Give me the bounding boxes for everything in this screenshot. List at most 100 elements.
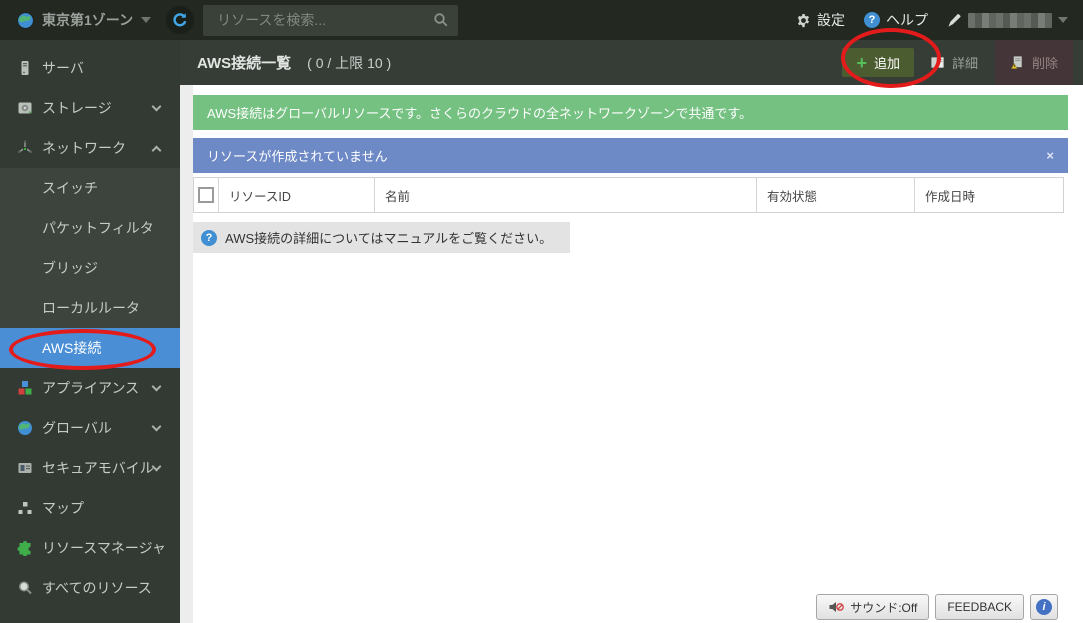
resource-count: ( 0 / 上限 10 ) bbox=[307, 53, 391, 73]
account-menu[interactable] bbox=[947, 13, 1068, 28]
feedback-button[interactable]: FEEDBACK bbox=[935, 594, 1024, 620]
sidebar-item-appliance[interactable]: アプライアンス bbox=[0, 368, 180, 408]
sidebar-item-network[interactable]: ネットワーク bbox=[0, 128, 180, 168]
chevron-down-icon bbox=[152, 382, 162, 392]
sidebar-item-label: マップ bbox=[42, 498, 84, 518]
sidebar-item-local-router[interactable]: ローカルルータ bbox=[0, 288, 180, 328]
sidebar-item-global[interactable]: グローバル bbox=[0, 408, 180, 448]
sound-toggle-button[interactable]: サウンド:Off bbox=[816, 594, 929, 620]
empty-resources-banner: リソースが作成されていません × bbox=[193, 138, 1068, 173]
sidebar-item-label: ブリッジ bbox=[42, 258, 98, 278]
search-input[interactable] bbox=[203, 12, 458, 28]
close-icon[interactable]: × bbox=[1046, 148, 1054, 163]
table-header-checkbox-cell bbox=[194, 178, 219, 212]
sidebar-item-resource-manager[interactable]: リソースマネージャ bbox=[0, 528, 180, 568]
help-circle-icon: ? bbox=[864, 12, 880, 28]
sidebar-item-packet-filter[interactable]: パケットフィルタ bbox=[0, 208, 180, 248]
chevron-down-icon bbox=[1058, 17, 1068, 23]
info-circle-icon: i bbox=[1036, 599, 1052, 615]
refresh-button[interactable] bbox=[166, 6, 194, 34]
manual-notice-text: AWS接続の詳細についてはマニュアルをご覧ください。 bbox=[225, 228, 552, 247]
column-header-status: 有効状態 bbox=[757, 178, 915, 212]
topbar: 東京第1ゾーン 設定 ? ヘルプ bbox=[0, 0, 1083, 40]
chevron-down-icon bbox=[152, 422, 162, 432]
chevron-down-icon bbox=[141, 17, 151, 23]
pen-icon bbox=[947, 13, 962, 28]
sidebar-item-aws-connection[interactable]: AWS接続 bbox=[0, 328, 180, 368]
magnifier-icon bbox=[17, 580, 33, 596]
account-name-redacted bbox=[968, 13, 1052, 28]
detail-button[interactable]: 詳細 bbox=[917, 40, 991, 85]
sidebar-item-label: AWS接続 bbox=[42, 338, 101, 358]
sidebar-item-map[interactable]: マップ bbox=[0, 488, 180, 528]
sidebar-item-server[interactable]: サーバ bbox=[0, 48, 180, 88]
muted-speaker-icon bbox=[828, 600, 844, 614]
sidebar-item-label: すべてのリソース bbox=[42, 578, 152, 598]
gear-icon bbox=[796, 13, 811, 28]
settings-label: 設定 bbox=[817, 10, 845, 30]
server-icon bbox=[17, 60, 33, 76]
content-area: AWS接続はグローバルリソースです。さくらのクラウドの全ネットワークゾーンで共通… bbox=[180, 85, 1083, 623]
help-label: ヘルプ bbox=[886, 10, 928, 30]
network-submenu: スイッチ パケットフィルタ ブリッジ ローカルルータ AWS接続 bbox=[0, 168, 180, 368]
sidebar-item-label: リソースマネージャ bbox=[42, 538, 166, 558]
storage-icon bbox=[17, 100, 33, 116]
sidebar-item-label: スイッチ bbox=[42, 178, 98, 198]
page-header: AWS接続一覧 ( 0 / 上限 10 ) + 追加 詳細 削除 bbox=[180, 40, 1083, 85]
main-area: AWS接続一覧 ( 0 / 上限 10 ) + 追加 詳細 削除 bbox=[180, 40, 1083, 623]
sim-card-icon bbox=[17, 460, 33, 476]
sidebar-item-label: ストレージ bbox=[42, 98, 112, 118]
detail-book-icon bbox=[930, 55, 945, 70]
settings-button[interactable]: 設定 bbox=[796, 10, 845, 30]
info-button[interactable]: i bbox=[1030, 594, 1058, 620]
add-button-label: 追加 bbox=[874, 53, 900, 72]
search-box bbox=[203, 5, 458, 36]
sidebar-item-label: ネットワーク bbox=[42, 138, 126, 158]
delete-button[interactable]: 削除 bbox=[995, 40, 1073, 85]
sidebar-item-all-resources[interactable]: すべてのリソース bbox=[0, 568, 180, 608]
puzzle-icon bbox=[17, 540, 33, 556]
sidebar-item-label: パケットフィルタ bbox=[42, 218, 154, 238]
sidebar-item-switch[interactable]: スイッチ bbox=[0, 168, 180, 208]
chevron-down-icon bbox=[152, 102, 162, 112]
add-button[interactable]: + 追加 bbox=[842, 48, 914, 77]
sidebar-item-secure-mobile[interactable]: セキュアモバイル bbox=[0, 448, 180, 488]
help-circle-icon: ? bbox=[201, 230, 217, 246]
empty-resources-text: リソースが作成されていません bbox=[207, 146, 388, 165]
zone-selector[interactable]: 東京第1ゾーン bbox=[0, 10, 161, 30]
zone-label: 東京第1ゾーン bbox=[42, 10, 133, 30]
help-button[interactable]: ? ヘルプ bbox=[864, 10, 928, 30]
column-header-resource-id: リソースID bbox=[219, 178, 375, 212]
topbar-right: 設定 ? ヘルプ bbox=[796, 10, 1083, 30]
global-resource-banner-text: AWS接続はグローバルリソースです。さくらのクラウドの全ネットワークゾーンで共通… bbox=[207, 103, 752, 122]
manual-notice: ? AWS接続の詳細についてはマニュアルをご覧ください。 bbox=[193, 222, 570, 253]
refresh-icon bbox=[172, 12, 188, 28]
page-title: AWS接続一覧 bbox=[197, 52, 291, 73]
detail-button-label: 詳細 bbox=[952, 53, 978, 72]
sidebar-item-label: グローバル bbox=[42, 418, 112, 438]
feedback-label: FEEDBACK bbox=[947, 600, 1012, 614]
content-left-gutter bbox=[180, 85, 193, 623]
delete-warning-icon bbox=[1010, 55, 1025, 70]
appliance-icon bbox=[17, 380, 33, 396]
select-all-checkbox[interactable] bbox=[198, 187, 214, 203]
sidebar-item-label: サーバ bbox=[42, 58, 84, 78]
header-buttons: + 追加 詳細 削除 bbox=[842, 40, 1083, 85]
global-resource-banner: AWS接続はグローバルリソースです。さくらのクラウドの全ネットワークゾーンで共通… bbox=[193, 95, 1068, 130]
delete-button-label: 削除 bbox=[1032, 53, 1058, 72]
sidebar-item-label: セキュアモバイル bbox=[42, 458, 154, 478]
map-icon bbox=[17, 500, 33, 516]
sidebar-item-label: ローカルルータ bbox=[42, 298, 140, 318]
search-icon[interactable] bbox=[433, 12, 449, 33]
chevron-up-icon bbox=[152, 146, 162, 156]
plus-icon: + bbox=[856, 54, 867, 72]
sound-toggle-label: サウンド:Off bbox=[850, 599, 917, 616]
column-header-created: 作成日時 bbox=[915, 178, 1063, 212]
globe-zone-icon bbox=[17, 12, 34, 29]
sidebar: サーバ ストレージ ネットワーク スイッチ パケットフィルタ ブリッジ ローカル… bbox=[0, 40, 180, 623]
network-icon bbox=[17, 140, 33, 156]
table-header-row: リソースID 名前 有効状態 作成日時 bbox=[193, 177, 1064, 213]
footer-buttons: サウンド:Off FEEDBACK i bbox=[816, 594, 1058, 620]
sidebar-item-bridge[interactable]: ブリッジ bbox=[0, 248, 180, 288]
sidebar-item-storage[interactable]: ストレージ bbox=[0, 88, 180, 128]
